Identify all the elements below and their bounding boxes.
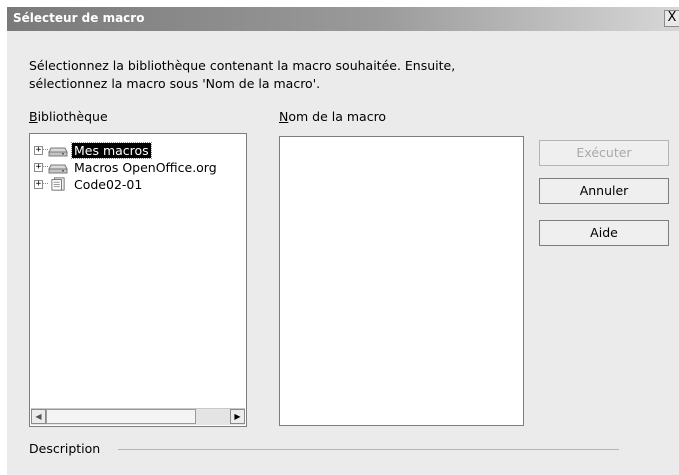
drive-icon	[48, 164, 68, 174]
instructions-line-1: Sélectionnez la bibliothèque contenant l…	[29, 58, 456, 73]
scrollbar-thumb[interactable]	[46, 409, 196, 424]
drive-icon	[48, 147, 68, 157]
instructions-text: Sélectionnez la bibliothèque contenant l…	[29, 57, 549, 93]
scroll-left-icon[interactable]: ◀	[31, 409, 46, 424]
macro-name-list[interactable]	[279, 136, 524, 426]
run-button[interactable]: Exécuter	[539, 140, 669, 166]
help-button[interactable]: Aide	[539, 220, 669, 246]
tree-item-label: Mes macros	[71, 141, 152, 159]
macro-name-label: Nom de la macro	[279, 109, 387, 124]
tree-item-code02-01[interactable]: + Code02-01	[34, 176, 144, 192]
tree-item-mes-macros[interactable]: + Mes macros	[34, 141, 152, 159]
tree-item-label: Code02-01	[74, 176, 143, 192]
expand-icon[interactable]: +	[34, 179, 43, 189]
tree-item-macros-openoffice[interactable]: + Macros OpenOffice.org	[34, 159, 219, 175]
macro-selector-dialog: Sélecteur de macro X Sélectionnez la bib…	[6, 6, 679, 475]
horizontal-scrollbar[interactable]: ◀ ▶	[31, 408, 245, 425]
tree-item-label: Macros OpenOffice.org	[74, 159, 217, 175]
document-icon	[51, 177, 65, 191]
instructions-line-2: sélectionnez la macro sous 'Nom de la ma…	[29, 76, 321, 91]
description-divider	[118, 449, 619, 450]
window-title: Sélecteur de macro	[13, 11, 145, 25]
title-bar[interactable]: Sélecteur de macro X	[7, 7, 679, 31]
expand-icon[interactable]: +	[34, 145, 43, 155]
expand-icon[interactable]: +	[34, 162, 43, 172]
library-label: Bibliothèque	[29, 109, 108, 124]
library-tree[interactable]: + Mes macros + Macros OpenOffice.org + C…	[29, 133, 247, 427]
cancel-button[interactable]: Annuler	[539, 178, 669, 204]
scroll-right-icon[interactable]: ▶	[230, 409, 245, 424]
description-label: Description	[29, 441, 101, 456]
close-icon[interactable]: X	[664, 10, 679, 27]
